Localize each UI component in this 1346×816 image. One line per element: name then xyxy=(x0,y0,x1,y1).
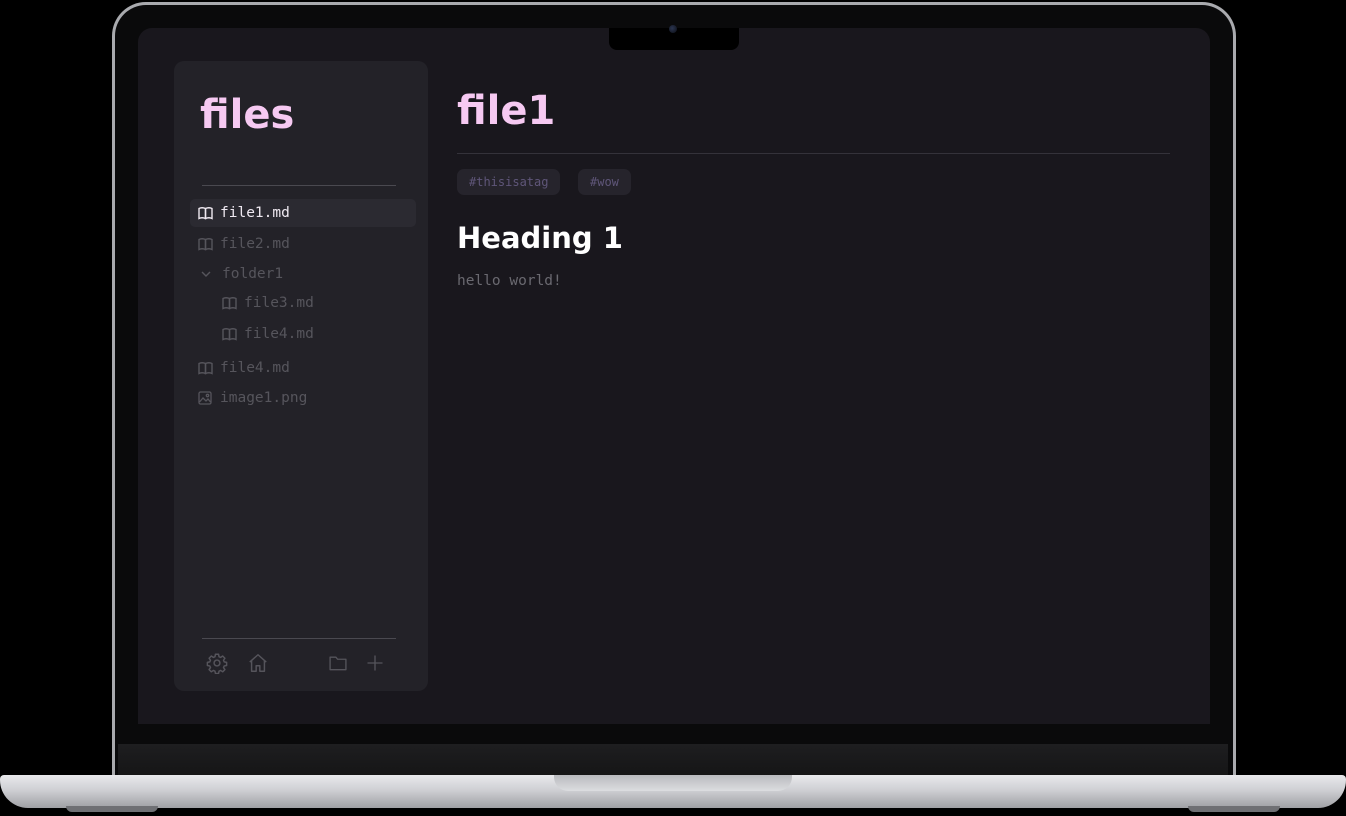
home-icon xyxy=(247,652,269,679)
tree-item-file4[interactable]: file4.md xyxy=(190,354,416,382)
new-folder-button[interactable] xyxy=(325,652,351,678)
tree-item-file1[interactable]: file1.md xyxy=(190,199,416,227)
tree-item-label: file1.md xyxy=(220,205,290,221)
tree-item-label: folder1 xyxy=(222,266,284,282)
settings-icon xyxy=(206,652,228,679)
title-divider xyxy=(457,153,1170,154)
document-paragraph: hello world! xyxy=(457,273,562,289)
tree-item-folder1[interactable]: folder1 xyxy=(190,260,416,288)
tree-item-label: file4.md xyxy=(220,360,290,376)
tree-item-folder1-file4[interactable]: file4.md xyxy=(214,320,416,348)
document-heading: Heading 1 xyxy=(457,221,623,255)
book-icon xyxy=(222,295,240,311)
tag-chip[interactable]: #wow xyxy=(578,169,631,195)
camera-icon xyxy=(669,25,677,33)
plus-icon xyxy=(365,653,385,678)
tree-item-file3[interactable]: file3.md xyxy=(214,289,416,317)
tree-item-image1[interactable]: image1.png xyxy=(190,384,416,412)
laptop-foot-right xyxy=(1188,806,1280,812)
new-file-button[interactable] xyxy=(362,652,388,678)
tree-item-file2[interactable]: file2.md xyxy=(190,230,416,258)
tree-item-label: file2.md xyxy=(220,236,290,252)
book-icon xyxy=(198,360,216,376)
folder-icon xyxy=(328,653,348,678)
book-icon xyxy=(222,326,240,342)
sidebar: files file1.md file2.md folder1 file3.md… xyxy=(174,61,428,691)
tree-item-label: file3.md xyxy=(244,295,314,311)
home-button[interactable] xyxy=(245,652,271,678)
laptop-base-groove xyxy=(554,775,792,791)
sidebar-divider xyxy=(202,185,396,186)
laptop-chin xyxy=(118,744,1228,776)
book-icon xyxy=(198,205,216,221)
chevron-down-icon xyxy=(200,266,218,282)
book-icon xyxy=(198,236,216,252)
document-title: file1 xyxy=(457,88,556,134)
tree-item-label: file4.md xyxy=(244,326,314,342)
sidebar-title: files xyxy=(200,92,295,138)
app-screen: files file1.md file2.md folder1 file3.md… xyxy=(138,28,1210,724)
tag-chip[interactable]: #thisisatag xyxy=(457,169,561,195)
image-icon xyxy=(198,390,216,406)
sidebar-footer-divider xyxy=(202,638,396,639)
laptop-foot-left xyxy=(66,806,158,812)
settings-button[interactable] xyxy=(204,652,230,678)
tree-item-label: image1.png xyxy=(220,390,308,406)
